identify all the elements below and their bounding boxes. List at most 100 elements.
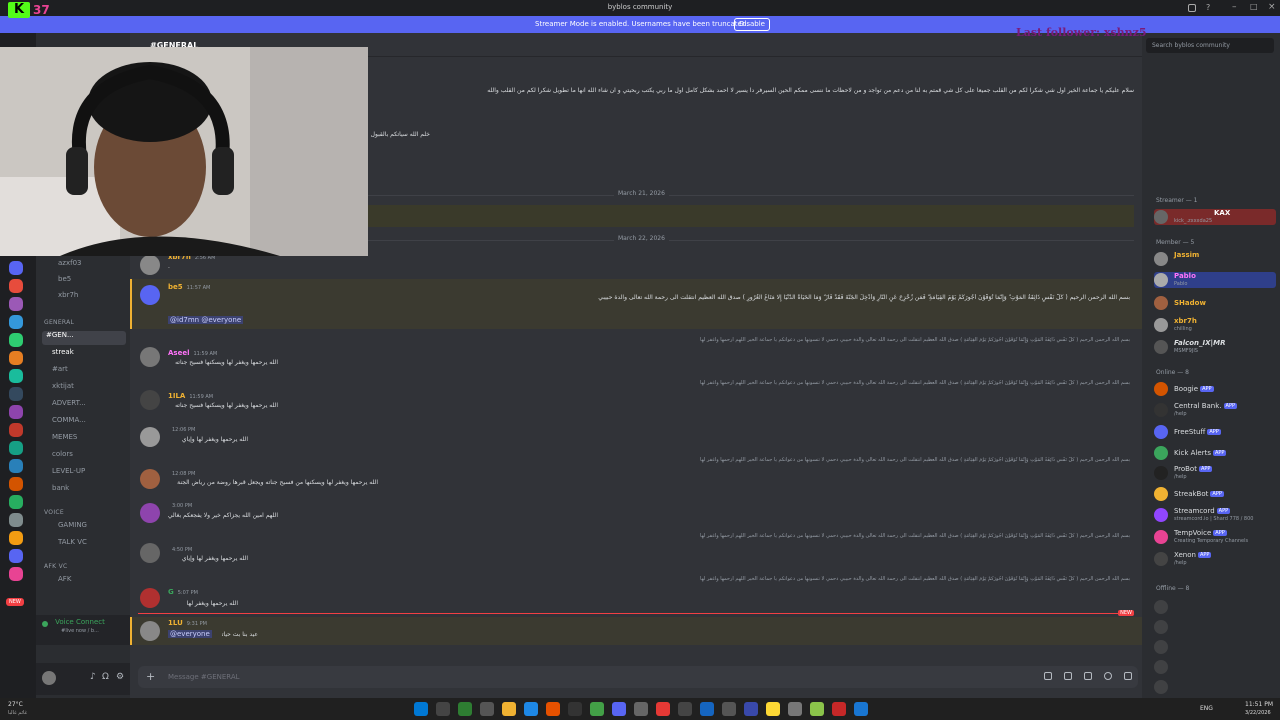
headphones-icon[interactable]: Ω [102,672,109,682]
channel-item[interactable]: streak [42,348,126,362]
channel-item[interactable]: LEVEL-UP [42,467,126,481]
disable-button[interactable]: Disable [734,18,770,31]
server-icon[interactable] [9,261,23,275]
app-icon[interactable] [788,702,802,716]
category-afk[interactable]: AFK VC [44,563,68,570]
reply-preview[interactable]: بسم الله الرحمن الرحيم ( كُلُّ نَفْسٍ ذَ… [178,576,1130,582]
server-icon[interactable] [9,297,23,311]
member-row[interactable]: FreeStuff APP [1154,424,1276,440]
voice-channel[interactable]: AFK [42,575,126,589]
avatar[interactable] [140,285,160,305]
channel-item[interactable]: COMMA... [42,416,126,430]
member-row[interactable]: Boogie APP [1154,381,1276,397]
app-icon[interactable] [634,702,648,716]
avatar[interactable] [140,588,160,608]
channel-general[interactable]: #GEN... [42,331,126,345]
member-row[interactable]: ProBot APP/help [1154,465,1276,481]
gift-icon[interactable] [1044,672,1052,680]
taskview-icon[interactable] [436,702,450,716]
mention[interactable]: @everyone [168,630,212,638]
category-general[interactable]: GENERAL [44,319,74,326]
member-row[interactable] [1154,599,1276,615]
server-icon[interactable] [9,495,23,509]
server-icon[interactable] [9,369,23,383]
app-icon[interactable] [854,702,868,716]
help-icon[interactable]: ? [1206,3,1210,12]
app-icon[interactable] [678,702,692,716]
member-row[interactable]: Kick Alerts APP [1154,445,1276,461]
vscode-icon[interactable] [700,702,714,716]
app-icon[interactable] [832,702,846,716]
member-row[interactable]: Pablo Pablo [1154,272,1276,288]
maximize-button[interactable]: □ [1250,2,1258,11]
server-icon[interactable] [9,387,23,401]
member-row[interactable]: SHadow [1154,295,1276,311]
category-voice[interactable]: VOICE [44,509,64,516]
avatar[interactable] [140,469,160,489]
server-icon[interactable] [9,549,23,563]
server-icon[interactable] [9,279,23,293]
reply-preview[interactable]: بسم الله الرحمن الرحيم ( كُلُّ نَفْسٍ ذَ… [178,533,1130,539]
channel-item[interactable]: MEMES [42,433,126,447]
member-row[interactable]: TempVoice APP Creating Temporary Channels [1154,529,1276,545]
add-attachment-icon[interactable]: + [146,670,155,683]
avatar[interactable] [140,543,160,563]
server-icon[interactable] [9,405,23,419]
edge-icon[interactable] [524,702,538,716]
reply-preview[interactable]: بسم الله الرحمن الرحيم ( كُلُّ نَفْسٍ ذَ… [178,337,1130,343]
server-icon[interactable] [9,477,23,491]
reply-preview[interactable]: بسم الله الرحمن الرحيم ( كُلُّ نَفْسٍ ذَ… [178,457,1130,463]
avatar[interactable] [140,621,160,641]
app-icon[interactable] [458,702,472,716]
username[interactable]: 1ILA [168,392,185,400]
weather-temp[interactable]: 27°C [8,701,23,708]
inbox-icon[interactable] [1188,4,1196,12]
channel-item[interactable]: ADVERT... [42,399,126,413]
app-icon[interactable] [590,702,604,716]
server-icon[interactable] [9,441,23,455]
close-button[interactable]: × [1268,2,1276,12]
member-row[interactable]: xbr7h chilling [1154,317,1276,333]
emoji-icon[interactable] [1104,672,1112,680]
server-icon[interactable] [9,513,23,527]
server-icon[interactable] [9,333,23,347]
member-row[interactable] [1154,679,1276,695]
app-icon[interactable] [766,702,780,716]
gear-icon[interactable]: ⚙ [116,672,124,682]
member-row[interactable]: Falcon_IX|MR MSMF9JIS [1154,339,1276,355]
username[interactable]: G [168,588,174,596]
avatar[interactable] [140,427,160,447]
gif-icon[interactable] [1064,672,1072,680]
server-icon[interactable] [9,531,23,545]
avatar[interactable] [140,347,160,367]
avatar[interactable] [42,671,56,685]
username[interactable]: be5 [168,283,183,291]
clock-time[interactable]: 11:51 PM [1245,701,1273,708]
avatar[interactable] [140,255,160,275]
channel-item[interactable]: colors [42,450,126,464]
mic-icon[interactable]: ♪ [90,672,96,682]
mention[interactable]: @id7mn @everyone [168,316,244,324]
language-indicator[interactable]: ENG [1200,705,1213,712]
member-row[interactable]: Streamcord APP streamcord.io | Shard 778 /… [1154,507,1276,523]
member-row[interactable]: Xenon APP/help [1154,551,1276,567]
minimize-button[interactable]: – [1232,2,1237,12]
channel-item[interactable]: bank [42,484,126,498]
channel-item[interactable]: #art [42,365,126,379]
brave-icon[interactable] [656,702,670,716]
username[interactable]: Aseel [168,349,189,357]
reply-preview[interactable]: بسم الله الرحمن الرحيم ( كُلُّ نَفْسٍ ذَ… [178,380,1130,386]
firefox-icon[interactable] [546,702,560,716]
app-icon[interactable] [480,702,494,716]
start-icon[interactable] [414,702,428,716]
server-icon[interactable] [9,459,23,473]
member-row[interactable]: Jassim [1154,251,1276,267]
channel-item[interactable]: xktijat [42,382,126,396]
voice-channel[interactable]: TALK VC [42,538,126,552]
app-icon[interactable] [744,702,758,716]
avatar[interactable] [140,390,160,410]
app-icon[interactable] [568,702,582,716]
sticker-icon[interactable] [1084,672,1092,680]
message-input[interactable]: Message #GENERAL [168,673,240,681]
member-row[interactable] [1154,619,1276,635]
